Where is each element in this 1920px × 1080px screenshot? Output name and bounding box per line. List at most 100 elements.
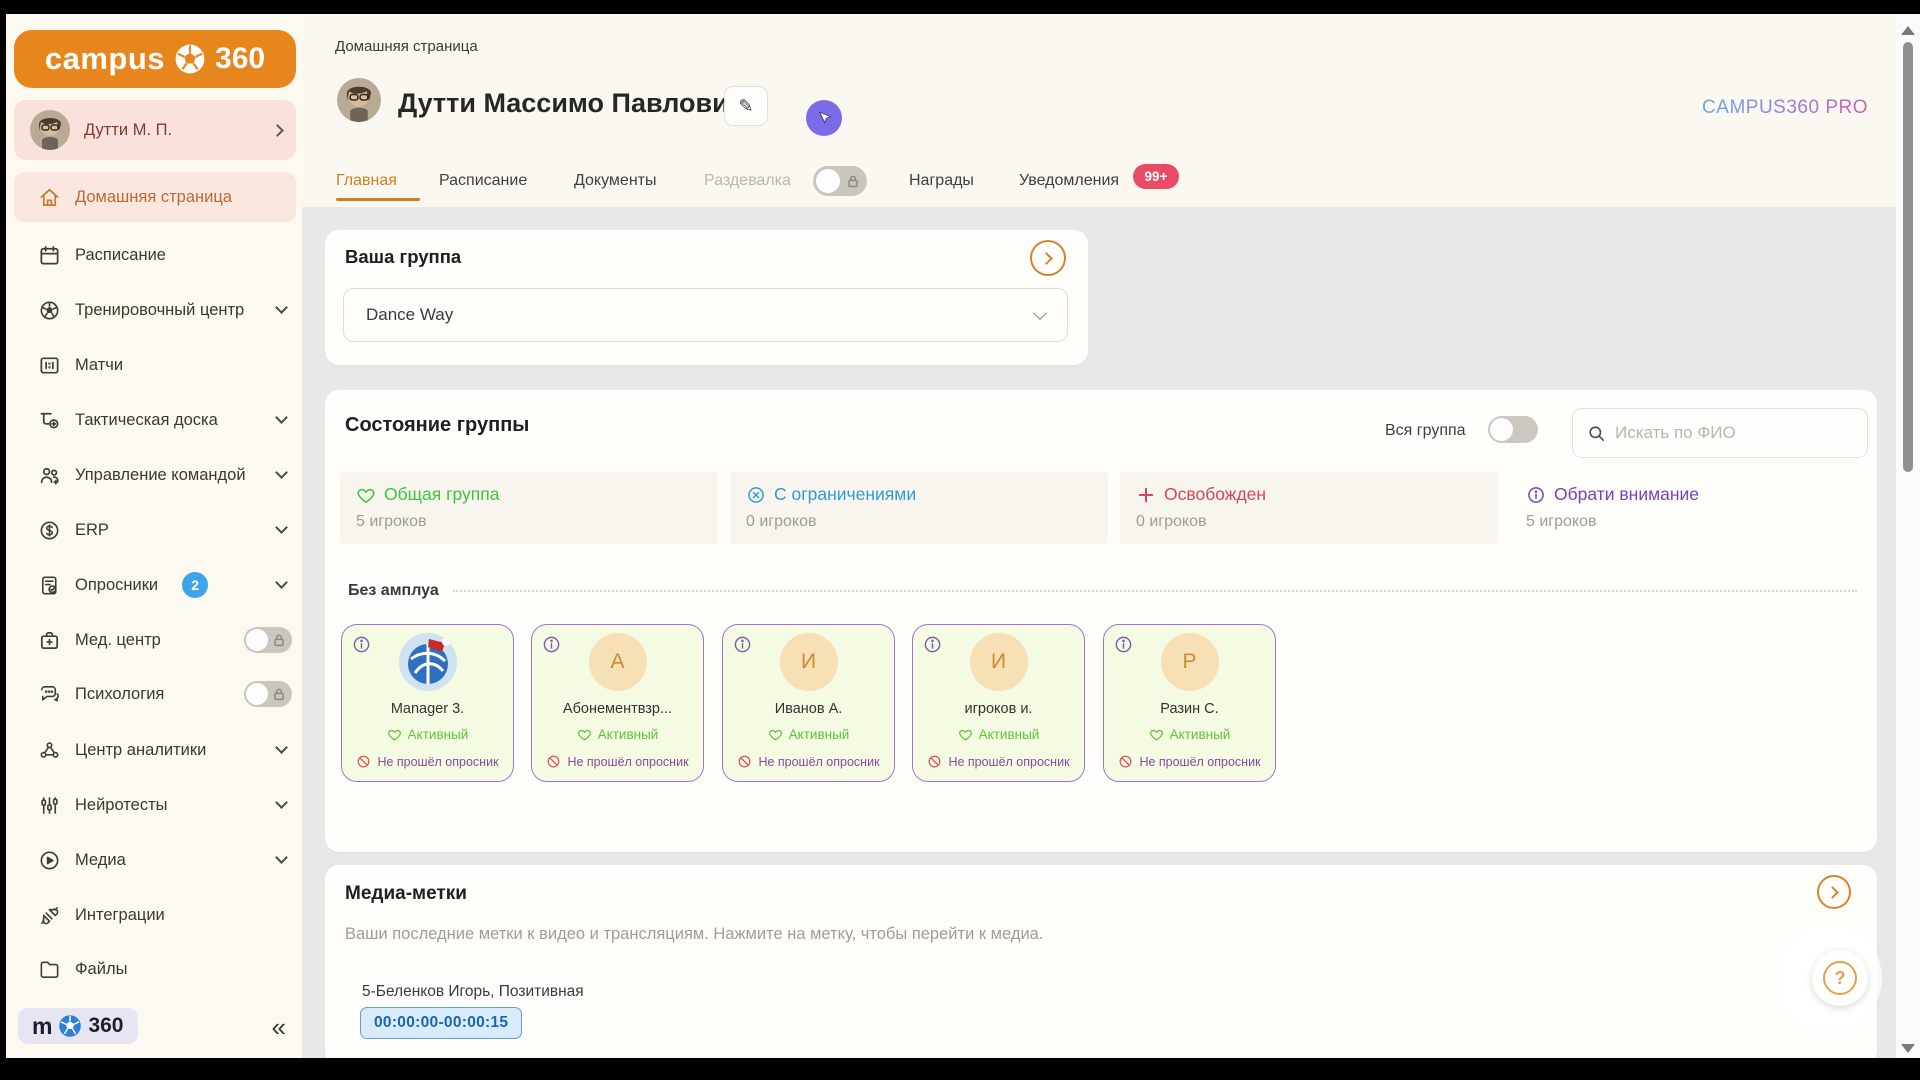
- locker-room-lock-toggle[interactable]: [813, 166, 867, 196]
- player-name: Абонементвзр...: [562, 701, 673, 717]
- sidebar: campus 360 Дутти М. П. Домашняя страница…: [6, 14, 302, 1058]
- player-card[interactable]: Manager 3. Активный Не прошёл опросник: [341, 624, 514, 782]
- sidebar-item-surveys[interactable]: Опросники 2: [6, 558, 302, 612]
- edit-profile-button[interactable]: ✎: [724, 86, 768, 126]
- sidebar-item-label: Нейротесты: [75, 795, 168, 814]
- ball-icon: [38, 299, 61, 322]
- info-icon[interactable]: [923, 635, 942, 654]
- stat-attention[interactable]: Обрати внимание 5 игроков: [1510, 472, 1888, 544]
- all-group-toggle[interactable]: [1488, 416, 1538, 443]
- app-logo[interactable]: campus 360: [14, 30, 296, 88]
- no-entry-icon: [548, 755, 560, 768]
- scrollbar-up-arrow[interactable]: [1901, 26, 1915, 35]
- player-card[interactable]: И игроков и. Активный Не прошёл опросник: [912, 624, 1085, 782]
- stat-label: Обрати внимание: [1554, 484, 1700, 504]
- stat-restricted[interactable]: С ограничениями 0 игроков: [730, 472, 1108, 544]
- player-avatar-initial: И: [779, 633, 838, 691]
- tab-schedule[interactable]: Расписание: [439, 172, 527, 190]
- tab-locker-room[interactable]: Раздевалка: [704, 172, 791, 190]
- player-avatar-initial: И: [969, 633, 1028, 691]
- group-select-value: Dance Way: [366, 305, 454, 324]
- sidebar-item-files[interactable]: Файлы: [6, 942, 302, 996]
- chat-icon: [38, 683, 61, 706]
- group-state-card: Состояние группы Вся группа Общая группа…: [325, 390, 1877, 852]
- info-icon[interactable]: [352, 635, 371, 654]
- chevron-down-icon: [275, 576, 288, 589]
- player-note: Не прошёл опросник: [532, 754, 703, 769]
- sidebar-item-team-management[interactable]: Управление командой: [6, 448, 302, 502]
- sidebar-item-tactics-board[interactable]: Тактическая доска: [6, 393, 302, 447]
- home-icon: [38, 186, 61, 209]
- sidebar-item-integrations[interactable]: Интеграции: [6, 888, 302, 942]
- tab-notifications[interactable]: Уведомления: [1019, 172, 1119, 190]
- sidebar-item-schedule[interactable]: Расписание: [6, 228, 302, 282]
- tab-awards[interactable]: Награды: [909, 172, 974, 190]
- sidebar-item-matches[interactable]: Матчи: [6, 338, 302, 392]
- toggle-knob: [1490, 418, 1513, 441]
- sidebar-item-training-center[interactable]: Тренировочный центр: [6, 283, 302, 337]
- info-icon[interactable]: [1114, 635, 1133, 654]
- sidebar-item-neurotests[interactable]: Нейротесты: [6, 778, 302, 832]
- stat-label: С ограничениями: [774, 484, 917, 504]
- sidebar-collapse-button[interactable]: «: [272, 1014, 286, 1040]
- player-card[interactable]: Р Разин С. Активный Не прошёл опросник: [1103, 624, 1276, 782]
- player-status: Активный: [723, 727, 894, 742]
- sidebar-item-label: Мед. центр: [75, 630, 161, 649]
- tab-main[interactable]: Главная: [336, 172, 397, 190]
- chevron-right-icon: [1040, 251, 1053, 265]
- player-avatar-initial: А: [588, 633, 647, 691]
- stat-count: 5 игроков: [356, 513, 427, 530]
- sidebar-item-erp[interactable]: ERP: [6, 503, 302, 557]
- chevron-right-icon: [271, 123, 284, 137]
- dotted-divider: [452, 590, 1857, 592]
- player-status-label: Активный: [1169, 727, 1231, 742]
- scrollbar-thumb[interactable]: [1903, 42, 1913, 472]
- sidebar-user[interactable]: Дутти М. П.: [14, 100, 296, 160]
- footer-logo-number: 360: [88, 1014, 124, 1037]
- media-tag-time-badge[interactable]: 00:00:00-00:00:15: [360, 1007, 523, 1039]
- info-icon[interactable]: [733, 635, 752, 654]
- search-box[interactable]: [1572, 408, 1868, 458]
- player-note-label: Не прошёл опросник: [948, 754, 1070, 769]
- no-entry-icon: [929, 755, 941, 768]
- group-select[interactable]: Dance Way: [343, 288, 1068, 342]
- psychology-lock-toggle[interactable]: [244, 681, 292, 707]
- sidebar-item-psychology[interactable]: Психология: [6, 667, 302, 721]
- stat-exempt[interactable]: Освобожден 0 игроков: [1120, 472, 1498, 544]
- medkit-icon: [38, 629, 61, 652]
- sidebar-item-home[interactable]: Домашняя страница: [14, 172, 296, 222]
- sidebar-item-label: Центр аналитики: [75, 740, 207, 759]
- sidebar-item-med-center[interactable]: Мед. центр: [6, 613, 302, 667]
- info-icon[interactable]: [542, 635, 561, 654]
- player-card[interactable]: А Абонементвзр... Активный Не прошёл опр…: [531, 624, 704, 782]
- profile-avatar: [337, 78, 381, 122]
- letterbox-top: [0, 0, 1920, 14]
- media-tag-label: 5-Беленков Игорь, Позитивная: [362, 983, 584, 1000]
- group-card-open-button[interactable]: [1030, 240, 1066, 276]
- help-button[interactable]: ?: [1812, 950, 1868, 1006]
- breadcrumb[interactable]: Домашняя страница: [335, 38, 478, 55]
- heart-icon: [387, 729, 401, 741]
- plus-icon: [1138, 487, 1154, 502]
- scoreboard-icon: [38, 354, 61, 377]
- search-input[interactable]: [1615, 423, 1853, 443]
- tab-documents[interactable]: Документы: [574, 172, 656, 190]
- stat-general-group[interactable]: Общая группа 5 игроков: [340, 472, 718, 544]
- media-tags-open-button[interactable]: [1817, 875, 1851, 909]
- scrollbar-down-arrow[interactable]: [1901, 1044, 1915, 1053]
- group-state-title: Состояние группы: [345, 414, 530, 436]
- footer-logo-text: m: [32, 1012, 53, 1039]
- sidebar-item-label: Файлы: [75, 959, 128, 978]
- med-center-lock-toggle[interactable]: [244, 627, 292, 653]
- player-name: Разин С.: [1160, 701, 1219, 717]
- sidebar-item-media[interactable]: Медиа: [6, 833, 302, 887]
- play-circle-icon: [38, 849, 61, 872]
- media-tags-title: Медиа-метки: [345, 883, 467, 904]
- sidebar-item-analytics-center[interactable]: Центр аналитики: [6, 723, 302, 777]
- neuro-sliders-icon: [38, 794, 61, 817]
- heart-icon: [1149, 729, 1163, 741]
- dollar-icon: [38, 519, 61, 542]
- stat-label: Общая группа: [384, 484, 500, 504]
- player-card[interactable]: И Иванов А. Активный Не прошёл опросник: [722, 624, 895, 782]
- player-status-label: Активный: [978, 727, 1040, 742]
